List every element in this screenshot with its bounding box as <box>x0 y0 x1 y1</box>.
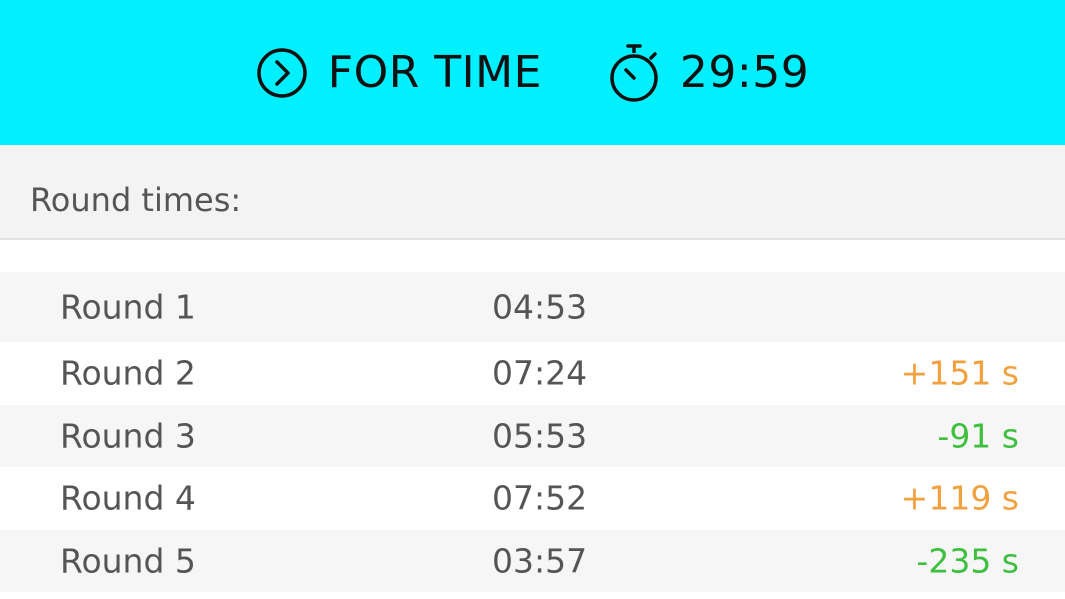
round-delta: +151 s <box>900 353 1019 393</box>
round-row-2: Round 2 07:24 +151 s <box>0 342 1065 405</box>
round-times-header: Round times: <box>0 145 1065 240</box>
section-title: Round times: <box>30 181 242 219</box>
round-row-4: Round 4 07:52 +119 s <box>0 467 1065 530</box>
play-circle-icon <box>256 47 308 99</box>
header-bar: FOR TIME 29:59 <box>0 0 1065 145</box>
workout-timer: 29:59 <box>608 42 809 104</box>
stopwatch-icon <box>608 42 660 104</box>
round-label: Round 2 <box>60 353 196 393</box>
round-time: 07:52 <box>492 478 588 518</box>
round-delta: -235 s <box>916 541 1019 581</box>
round-label: Round 5 <box>60 541 196 581</box>
round-time: 03:57 <box>492 541 588 581</box>
mode-label: FOR TIME <box>327 47 542 98</box>
round-list: Round 1 04:53 Round 2 07:24 +151 s Round… <box>0 272 1065 593</box>
round-delta: +119 s <box>900 478 1019 518</box>
round-row-3: Round 3 05:53 -91 s <box>0 404 1065 468</box>
round-row-5: Round 5 03:57 -235 s <box>0 529 1065 593</box>
round-label: Round 1 <box>60 287 196 327</box>
timer-value: 29:59 <box>679 47 810 98</box>
round-label: Round 3 <box>60 416 196 456</box>
round-time: 04:53 <box>492 287 588 327</box>
round-time: 07:24 <box>492 353 588 393</box>
round-row-1: Round 1 04:53 <box>0 272 1065 342</box>
workout-mode[interactable]: FOR TIME <box>256 47 542 99</box>
round-time: 05:53 <box>492 416 588 456</box>
round-delta: -91 s <box>937 416 1019 456</box>
round-label: Round 4 <box>60 478 196 518</box>
